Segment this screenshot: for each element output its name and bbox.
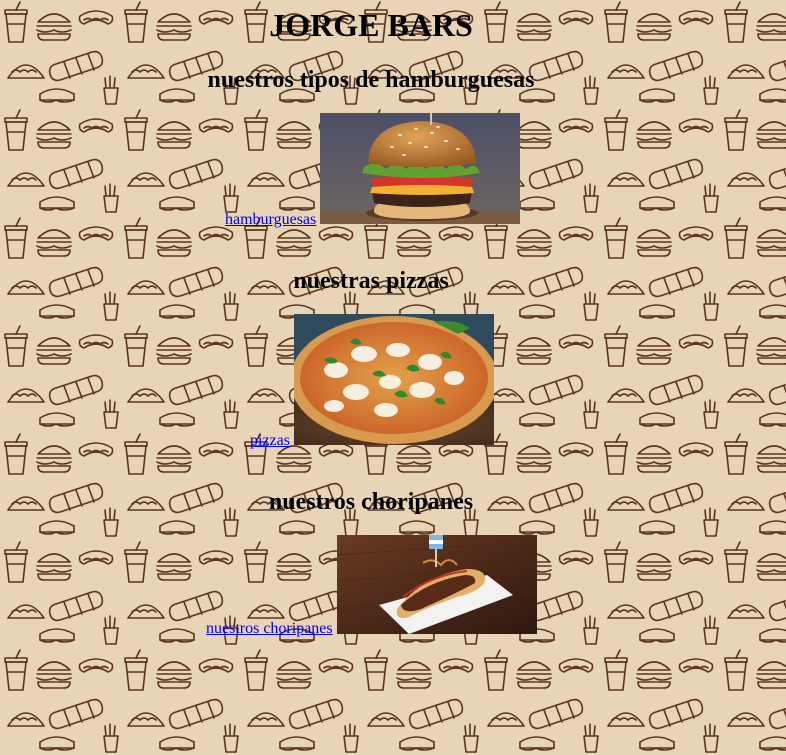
page-title: JORGE BARS — [269, 7, 473, 43]
section-heading-hamburguesas: nuestros tipos de hamburguesas — [207, 67, 535, 93]
section-heading-choripanes: nuestros choripanes — [268, 489, 474, 515]
link-pizzas[interactable]: pizzas — [250, 432, 290, 450]
section-heading-pizzas: nuestras pizzas — [293, 268, 449, 294]
pizza-photo[interactable] — [294, 314, 494, 445]
link-hamburguesas[interactable]: hamburguesas — [225, 211, 316, 229]
choripan-photo[interactable] — [337, 535, 537, 634]
link-choripanes[interactable]: nuestros choripanes — [206, 620, 333, 638]
hamburger-photo[interactable] — [320, 113, 520, 224]
